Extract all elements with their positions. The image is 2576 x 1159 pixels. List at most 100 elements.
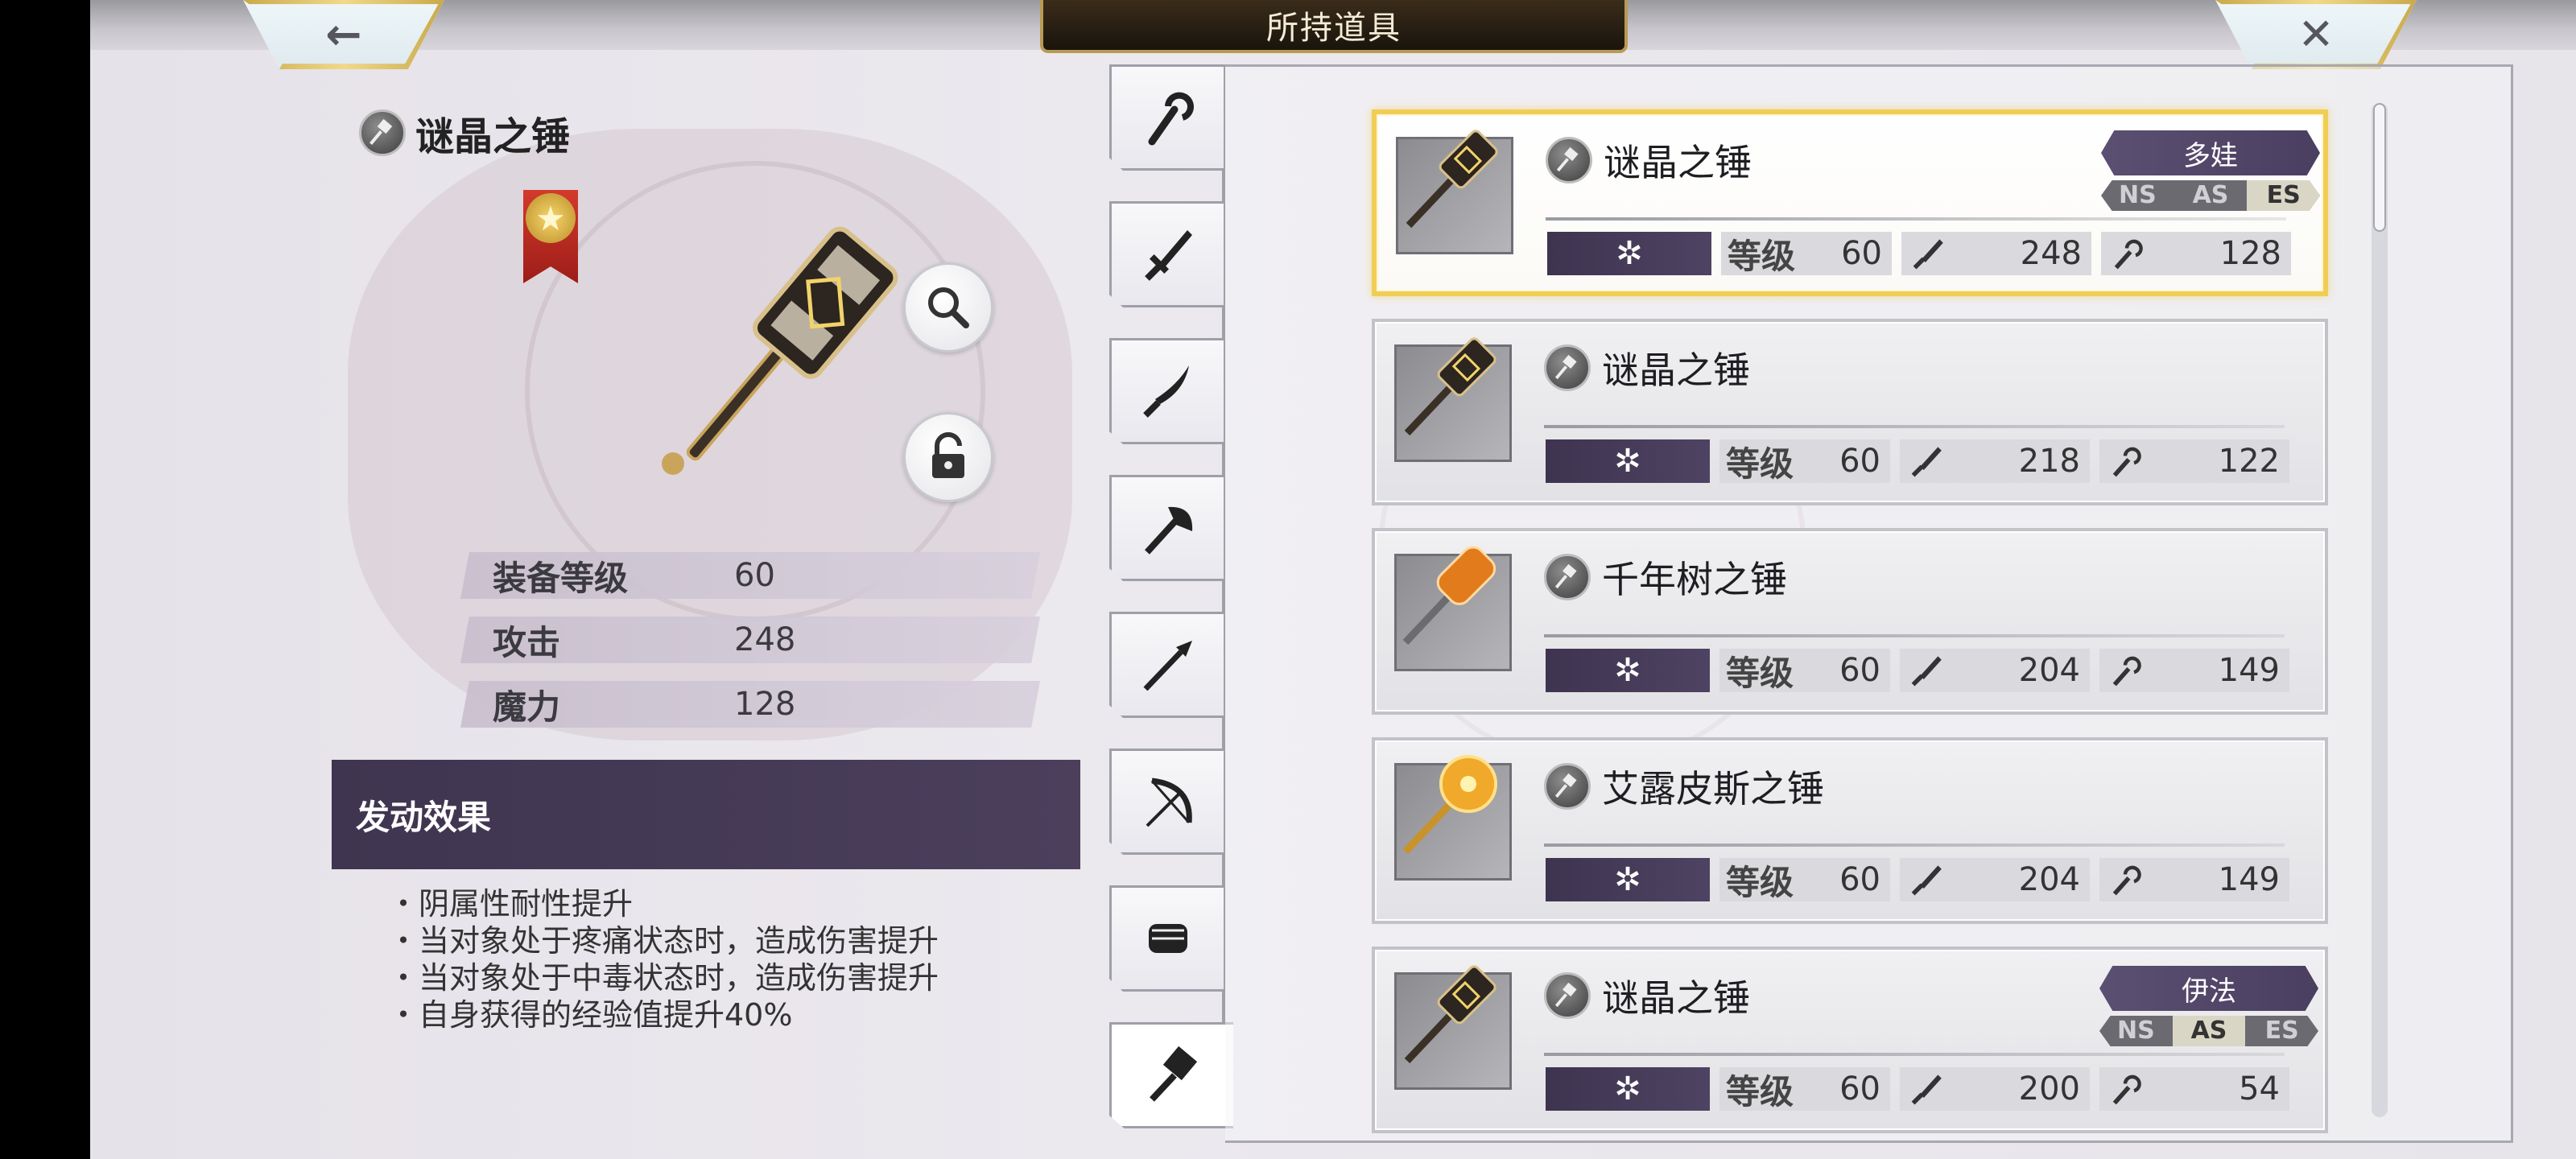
attack-value: 218 (2018, 443, 2080, 480)
hammer-icon (1149, 1046, 1197, 1102)
item-image (1393, 126, 1505, 241)
page-title: 所持道具 (1266, 10, 1402, 47)
lock-toggle-button[interactable] (903, 412, 993, 502)
effect-item: ・当对象处于疼痛状态时，造成伤害提升 (388, 923, 939, 959)
item-image (1391, 333, 1504, 449)
stat-label: 魔力 (493, 687, 561, 727)
item-name-heading: 谜晶之锤 (359, 105, 570, 161)
close-icon: ✕ (2297, 9, 2334, 60)
attack-stat: 218 (1900, 439, 2090, 483)
style-indicator: AS (2172, 1016, 2246, 1046)
level-stat: 等级 60 (1719, 649, 1890, 693)
item-card[interactable]: 千年树之锤 ✲ 等级 60 204 149 (1372, 528, 2328, 715)
tab-fist[interactable] (1109, 885, 1224, 992)
item-name: 谜晶之锤 (415, 114, 571, 159)
level-label: 等级 (1726, 1071, 1794, 1112)
item-card-name: 谜晶之锤 (1604, 141, 1752, 184)
tab-sword[interactable] (1109, 201, 1224, 307)
stat-value: 60 (734, 557, 775, 594)
level-label: 等级 (1726, 653, 1794, 693)
level-stat: 等级 60 (1721, 232, 1892, 276)
katana-icon (1142, 365, 1189, 418)
page-title-bar: 所持道具 (1040, 0, 1628, 53)
effect-item: ・阴属性耐性提升 (388, 886, 634, 922)
axe-icon (1144, 506, 1192, 555)
hammer-type-icon (1544, 763, 1591, 810)
staff-icon (1148, 92, 1194, 146)
stat-row-magic: 魔力 128 (460, 681, 1040, 728)
hammer-type-icon (1544, 554, 1591, 600)
sword-icon (1144, 230, 1192, 281)
item-card-name: 谜晶之锤 (1602, 976, 1750, 1020)
tab-hammer[interactable] (1109, 1022, 1233, 1128)
rarity-icon: ✲ (1614, 652, 1641, 689)
effect-header: 发动效果 (332, 760, 1080, 869)
equipped-character-name: 多娃 (2183, 139, 2238, 172)
attack-stat: 248 (1901, 232, 2091, 275)
close-button[interactable]: ✕ (2215, 0, 2417, 69)
item-card-title: 谜晶之锤 (1544, 969, 1750, 1022)
level-label: 等级 (1726, 443, 1794, 484)
effect-item: ・自身获得的经验值提升40% (388, 997, 793, 1033)
level-value: 60 (1839, 443, 1880, 480)
magic-value: 149 (2218, 652, 2280, 689)
hammer-type-icon (1544, 344, 1591, 391)
level-label: 等级 (1726, 862, 1794, 902)
level-value: 60 (1839, 861, 1880, 898)
bow-icon (1146, 777, 1192, 827)
style-indicator: ES (2264, 1017, 2299, 1045)
magic-stat: 54 (2099, 1067, 2289, 1111)
attack-stat: 204 (1900, 649, 2090, 692)
level-value: 60 (1841, 235, 1882, 272)
back-button[interactable]: ← (243, 0, 444, 69)
tab-bow[interactable] (1109, 749, 1224, 855)
level-value: 60 (1839, 652, 1880, 689)
item-card[interactable]: 谜晶之锤 ✲ 等级 60 248 128 多娃 NS AS ES (1372, 109, 2328, 296)
stat-label: 攻击 (493, 622, 561, 662)
spear-icon (1142, 641, 1192, 691)
level-stat: 等级 60 (1719, 439, 1890, 484)
style-indicator-row: NS AS ES (2101, 180, 2320, 211)
magic-value: 54 (2239, 1070, 2280, 1107)
equipped-character-tag: 多娃 (2101, 130, 2320, 175)
magic-value: 122 (2218, 443, 2280, 480)
app-root: ← ✕ 所持道具 谜晶之锤 ★ 装备等级 60 攻击 248 魔力 128 发动… (90, 0, 2576, 1159)
rarity-icon: ✲ (1614, 443, 1641, 480)
list-scrollbar[interactable] (2372, 103, 2388, 1117)
scrollbar-thumb[interactable] (2373, 103, 2386, 232)
attack-sword-icon (1913, 239, 1943, 270)
item-card-title: 谜晶之锤 (1546, 134, 1752, 187)
stat-value: 128 (734, 686, 796, 723)
magic-stat: 149 (2099, 858, 2289, 901)
hammer-type-icon (1544, 972, 1591, 1019)
attack-value: 204 (2018, 861, 2080, 898)
attack-sword-icon (1911, 1074, 1942, 1105)
item-card[interactable]: 谜晶之锤 ✲ 等级 60 200 54 伊法 NS AS ES (1372, 947, 2328, 1133)
tab-katana[interactable] (1109, 338, 1224, 444)
divider (1544, 634, 2285, 637)
stat-label: 装备等级 (493, 558, 629, 598)
level-label: 等级 (1728, 236, 1796, 276)
tab-staff[interactable] (1109, 64, 1224, 171)
magic-stat: 122 (2099, 439, 2289, 483)
stat-value: 248 (734, 621, 796, 658)
item-card-title: 千年树之锤 (1544, 551, 1787, 604)
tab-axe[interactable] (1109, 475, 1224, 581)
attack-value: 204 (2018, 652, 2080, 689)
style-indicator-row: NS AS ES (2099, 1016, 2318, 1046)
item-card[interactable]: 谜晶之锤 ✲ 等级 60 218 122 (1372, 319, 2328, 505)
divider (1546, 217, 2286, 221)
tab-spear[interactable] (1109, 612, 1224, 718)
zoom-button[interactable] (903, 262, 993, 353)
rarity-badge: ✲ (1546, 1067, 1710, 1111)
divider (1544, 1053, 2285, 1056)
item-image (1391, 542, 1504, 658)
item-card-title: 谜晶之锤 (1544, 341, 1750, 394)
rarity-badge: ✲ (1546, 439, 1710, 483)
magic-stat: 149 (2099, 649, 2289, 692)
attack-sword-icon (1911, 656, 1942, 687)
magic-staff-icon (2112, 656, 2141, 687)
style-indicator: ES (2247, 180, 2320, 211)
item-card[interactable]: 艾露皮斯之锤 ✲ 等级 60 204 149 (1372, 737, 2328, 924)
unlock-icon (932, 432, 964, 478)
